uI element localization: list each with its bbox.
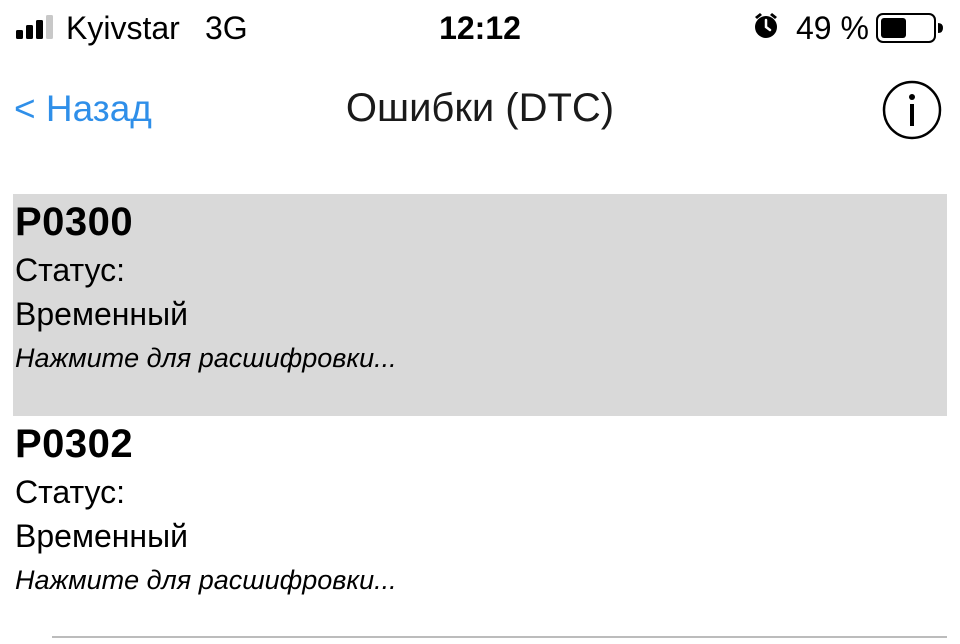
dtc-status-value: Временный xyxy=(15,296,188,332)
dtc-decode-hint: Нажмите для расшифровки... xyxy=(15,343,397,373)
navigation-bar: < Назад Ошибки (DTC) xyxy=(0,70,960,150)
dtc-decode-hint: Нажмите для расшифровки... xyxy=(15,565,397,595)
dtc-code: P0302 xyxy=(15,422,134,466)
dtc-status-label: Статус: xyxy=(15,474,126,510)
battery-percent: 49 % xyxy=(796,10,869,46)
page-title: Ошибки (DTC) xyxy=(345,86,615,130)
dtc-code: P0300 xyxy=(15,200,134,244)
dtc-list-item[interactable]: P0302 Статус: Временный Нажмите для расш… xyxy=(13,416,947,638)
info-icon[interactable] xyxy=(882,80,942,140)
battery-icon xyxy=(876,13,943,43)
alarm-clock-icon xyxy=(755,13,777,38)
dtc-list-item[interactable]: P0300 Статус: Временный Нажмите для расш… xyxy=(13,194,947,416)
dtc-status-label: Статус: xyxy=(15,252,126,288)
status-bar: Kyivstar 3G 12:12 49 % xyxy=(0,0,960,56)
dtc-list: P0300 Статус: Временный Нажмите для расш… xyxy=(0,194,960,638)
list-divider xyxy=(52,636,947,638)
screen: Kyivstar 3G 12:12 49 % < Назад Ошибки (D… xyxy=(0,0,960,644)
dtc-status-value: Временный xyxy=(15,518,188,554)
